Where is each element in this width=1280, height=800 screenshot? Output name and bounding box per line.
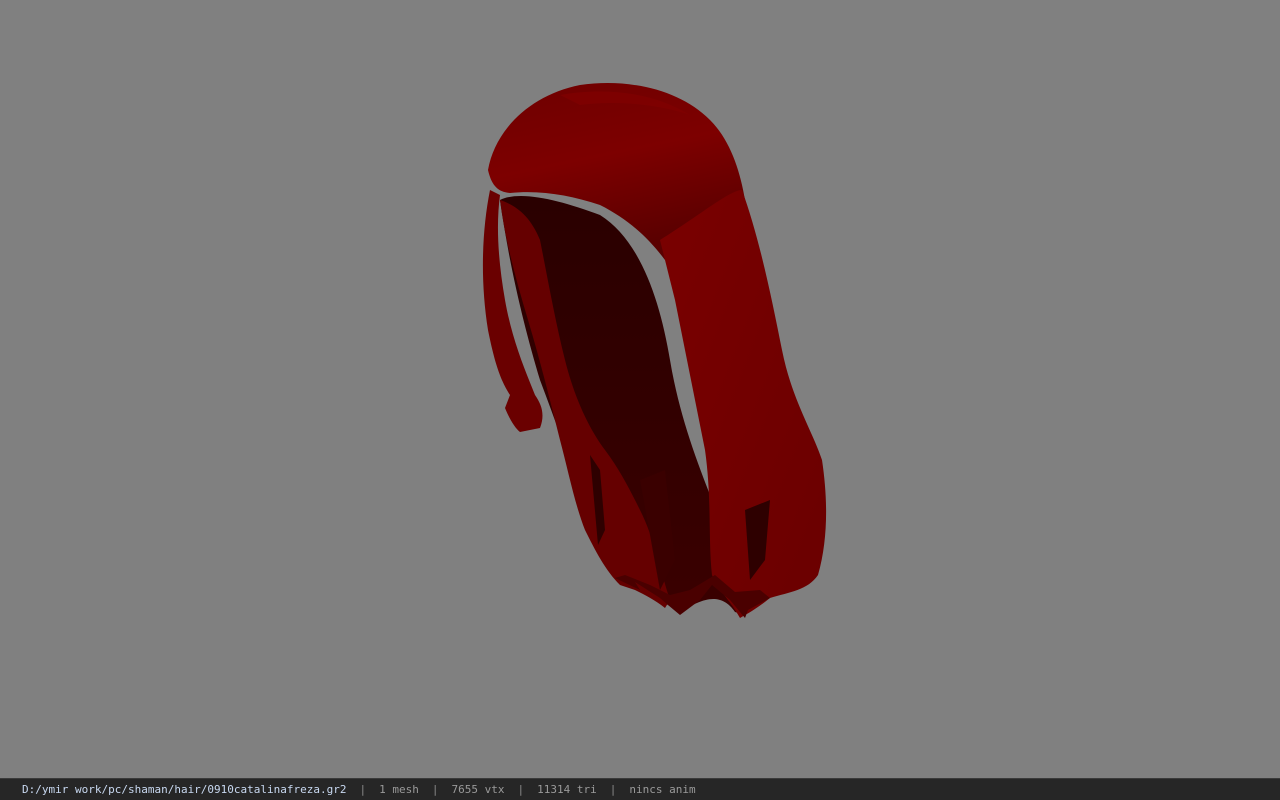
vertex-count: 7655 vtx — [451, 783, 505, 796]
mesh-count: 1 mesh — [379, 783, 419, 796]
file-path: D:/ymir work/pc/shaman/hair/0910catalina… — [22, 783, 347, 796]
status-separator: | — [431, 783, 439, 796]
animation-status: nincs anim — [629, 783, 696, 796]
3d-viewport[interactable] — [0, 0, 1280, 778]
triangle-count: 11314 tri — [537, 783, 597, 796]
status-separator: | — [359, 783, 367, 796]
status-bar: D:/ymir work/pc/shaman/hair/0910catalina… — [0, 778, 1280, 800]
status-separator: | — [609, 783, 617, 796]
hair-mesh-render[interactable] — [0, 0, 1280, 778]
status-separator: | — [517, 783, 525, 796]
